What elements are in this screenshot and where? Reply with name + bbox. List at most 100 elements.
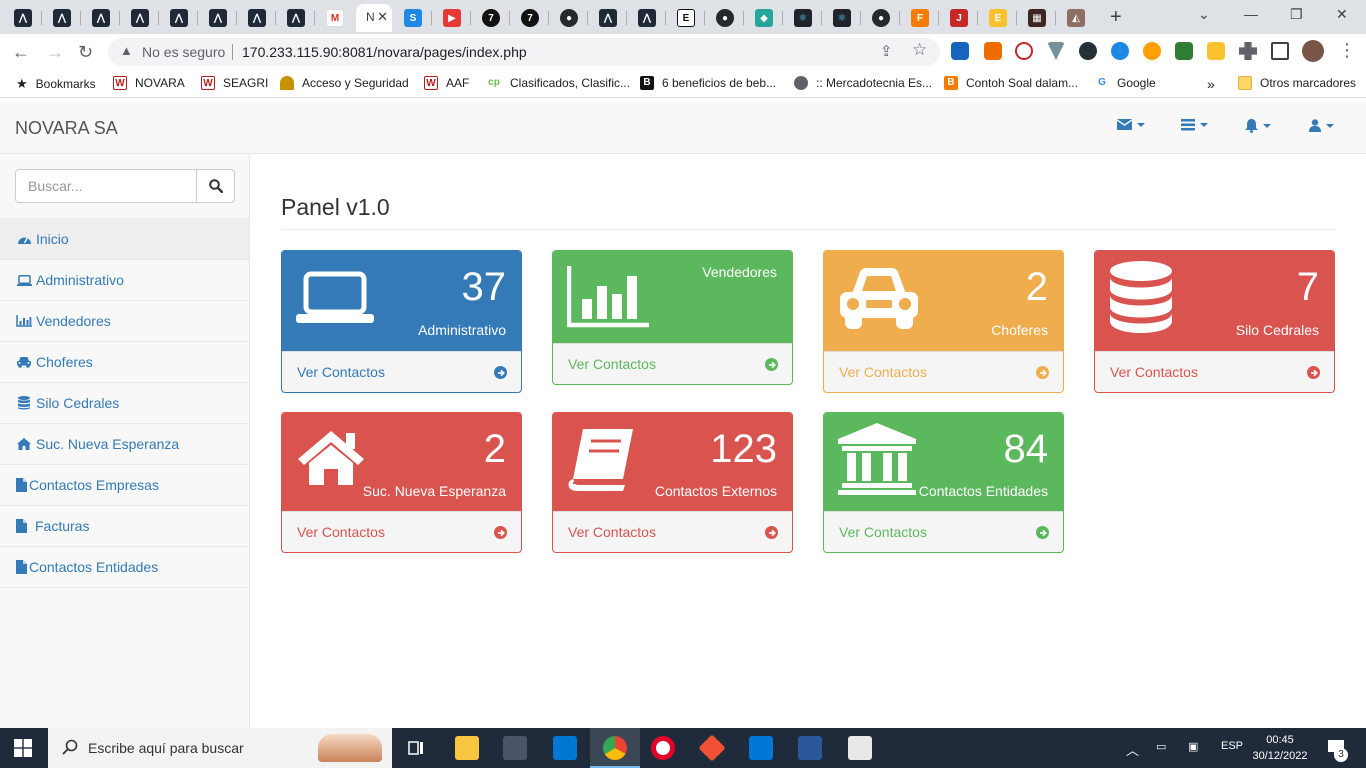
bookmark-beneficios[interactable]: B6 beneficios de beb... xyxy=(640,76,776,90)
brand-logo-text[interactable]: NOVARA SA xyxy=(15,118,118,139)
arrow-circle-right-icon[interactable] xyxy=(1036,366,1049,379)
restore-window-button[interactable]: ❐ xyxy=(1290,6,1303,23)
browser-tab[interactable]: ◭ xyxy=(1057,4,1095,32)
arrow-circle-right-icon[interactable] xyxy=(494,366,507,379)
browser-tab[interactable]: ⋀ xyxy=(82,4,120,32)
tab-search-icon[interactable]: ⌄ xyxy=(1198,6,1210,23)
arrow-circle-right-icon[interactable] xyxy=(1036,526,1049,539)
extension-icon[interactable] xyxy=(1111,42,1129,60)
arrow-circle-right-icon[interactable] xyxy=(1307,366,1320,379)
language-indicator[interactable]: ESP xyxy=(1221,740,1243,752)
bookmark-clasificados[interactable]: cp Clasificados, Clasific... xyxy=(486,76,630,90)
browser-tab[interactable]: ◆ xyxy=(745,4,783,32)
arrow-circle-right-icon[interactable] xyxy=(765,526,778,539)
opera-icon[interactable] xyxy=(651,736,675,760)
sidebar-item-silo-cedrales[interactable]: Silo Cedrales xyxy=(0,383,249,424)
reload-icon[interactable]: ↻ xyxy=(78,42,93,63)
extension-icon[interactable] xyxy=(1207,42,1225,60)
windows-start-icon[interactable] xyxy=(14,739,32,760)
browser-tab[interactable]: S xyxy=(394,4,432,32)
file-explorer-icon[interactable] xyxy=(455,736,479,760)
browser-tab[interactable]: ⚛ xyxy=(784,4,822,32)
taskbar-app-icon[interactable] xyxy=(848,736,872,760)
panel-footer[interactable]: Ver Contactos xyxy=(553,511,792,552)
puzzle-extensions-icon[interactable] xyxy=(1239,42,1257,60)
git-icon[interactable] xyxy=(698,734,726,762)
chevron-up-icon[interactable]: ︿ xyxy=(1126,740,1139,759)
task-view-icon[interactable] xyxy=(404,736,428,760)
browser-tab[interactable]: ⋀ xyxy=(121,4,159,32)
browser-tab[interactable]: 7 xyxy=(472,4,510,32)
address-bar[interactable]: ▲ No es seguro 170.233.115.90:8081/novar… xyxy=(108,38,940,66)
extension-icon[interactable] xyxy=(1079,42,1097,60)
ver-contactos-link[interactable]: Ver Contactos xyxy=(568,356,656,372)
url-text[interactable]: 170.233.115.90:8081/novara/pages/index.p… xyxy=(242,44,527,60)
tasks-dropdown[interactable] xyxy=(1181,119,1208,131)
browser-tab[interactable]: ▶ xyxy=(433,4,471,32)
browser-tab[interactable]: ⋀ xyxy=(160,4,198,32)
ver-contactos-link[interactable]: Ver Contactos xyxy=(839,524,927,540)
other-bookmarks-folder[interactable]: Otros marcadores xyxy=(1238,76,1356,90)
browser-tab[interactable]: 7 xyxy=(511,4,549,32)
browser-tab[interactable]: ⋀ xyxy=(628,4,666,32)
search-input[interactable] xyxy=(15,169,197,203)
sidebar-item-contactos-empresas[interactable]: Contactos Empresas xyxy=(0,465,249,506)
search-button[interactable] xyxy=(196,169,235,203)
new-tab-button[interactable]: + xyxy=(1110,6,1122,29)
browser-tab[interactable]: ⋀ xyxy=(43,4,81,32)
forward-arrow-icon[interactable]: → xyxy=(46,42,64,63)
panel-footer[interactable]: Ver Contactos xyxy=(824,351,1063,392)
ver-contactos-link[interactable]: Ver Contactos xyxy=(297,364,385,380)
sidebar-item-vendedores[interactable]: Vendedores xyxy=(0,301,249,342)
panel-footer[interactable]: Ver Contactos xyxy=(553,343,792,384)
bookmark-acceso-seguridad[interactable]: Acceso y Seguridad xyxy=(280,76,409,90)
sidebar-item-inicio[interactable]: Inicio xyxy=(0,219,249,260)
bookmark-aaf[interactable]: W AAF xyxy=(424,76,469,90)
browser-menu-icon[interactable]: ⋮ xyxy=(1338,40,1356,61)
ver-contactos-link[interactable]: Ver Contactos xyxy=(1110,364,1198,380)
ver-contactos-link[interactable]: Ver Contactos xyxy=(568,524,656,540)
vue-extension-icon[interactable] xyxy=(1047,42,1065,60)
close-tab-icon[interactable]: ✕ xyxy=(377,9,388,25)
browser-tab[interactable]: ● xyxy=(862,4,900,32)
bookmark-bookmarks[interactable]: ★ Bookmarks xyxy=(16,76,96,92)
word-icon[interactable] xyxy=(798,736,822,760)
browser-tab[interactable]: J xyxy=(940,4,978,32)
close-window-button[interactable]: ✕ xyxy=(1336,6,1348,23)
back-arrow-icon[interactable]: ← xyxy=(12,42,30,63)
ver-contactos-link[interactable]: Ver Contactos xyxy=(839,364,927,380)
sidebar-item-suc-nueva-esperanza[interactable]: Suc. Nueva Esperanza xyxy=(0,424,249,465)
panel-footer[interactable]: Ver Contactos xyxy=(1095,351,1334,392)
alerts-dropdown[interactable] xyxy=(1245,119,1271,133)
extension-icon[interactable] xyxy=(1143,42,1161,60)
arrow-circle-right-icon[interactable] xyxy=(494,526,507,539)
taskbar-search-box[interactable]: Escribe aquí para buscar xyxy=(48,728,392,768)
bookmark-star-icon[interactable]: ☆ xyxy=(912,40,927,60)
browser-tab[interactable]: ⚛ xyxy=(823,4,861,32)
profile-avatar[interactable] xyxy=(1302,40,1324,62)
battery-icon[interactable]: ▭ xyxy=(1156,740,1166,753)
arrow-circle-right-icon[interactable] xyxy=(765,358,778,371)
ver-contactos-link[interactable]: Ver Contactos xyxy=(297,524,385,540)
bookmark-novara[interactable]: W NOVARA xyxy=(113,76,185,90)
key-extension-icon[interactable] xyxy=(984,42,1002,60)
panel-footer[interactable]: Ver Contactos xyxy=(282,351,521,392)
share-icon[interactable]: ⇪ xyxy=(880,42,893,60)
panel-footer[interactable]: Ver Contactos xyxy=(824,511,1063,552)
browser-tab[interactable]: ⋀ xyxy=(277,4,315,32)
bookmark-seagri[interactable]: W SEAGRI xyxy=(201,76,268,90)
side-panel-icon[interactable] xyxy=(1271,42,1289,60)
browser-tab[interactable]: F xyxy=(901,4,939,32)
user-dropdown[interactable] xyxy=(1309,119,1334,132)
network-icon[interactable]: ▣ xyxy=(1188,740,1198,753)
browser-tab[interactable]: ● xyxy=(550,4,588,32)
browser-tab[interactable]: ⋀ xyxy=(4,4,42,32)
browser-tab[interactable]: ⋀ xyxy=(589,4,627,32)
clock-extension-icon[interactable] xyxy=(1015,42,1033,60)
browser-tab[interactable]: ● xyxy=(706,4,744,32)
sidebar-item-contactos-entidades[interactable]: Contactos Entidades xyxy=(0,547,249,588)
browser-tab[interactable]: M xyxy=(316,4,354,32)
panel-footer[interactable]: Ver Contactos xyxy=(282,511,521,552)
download-extension-icon[interactable] xyxy=(951,42,969,60)
browser-tab[interactable]: ⋀ xyxy=(199,4,237,32)
